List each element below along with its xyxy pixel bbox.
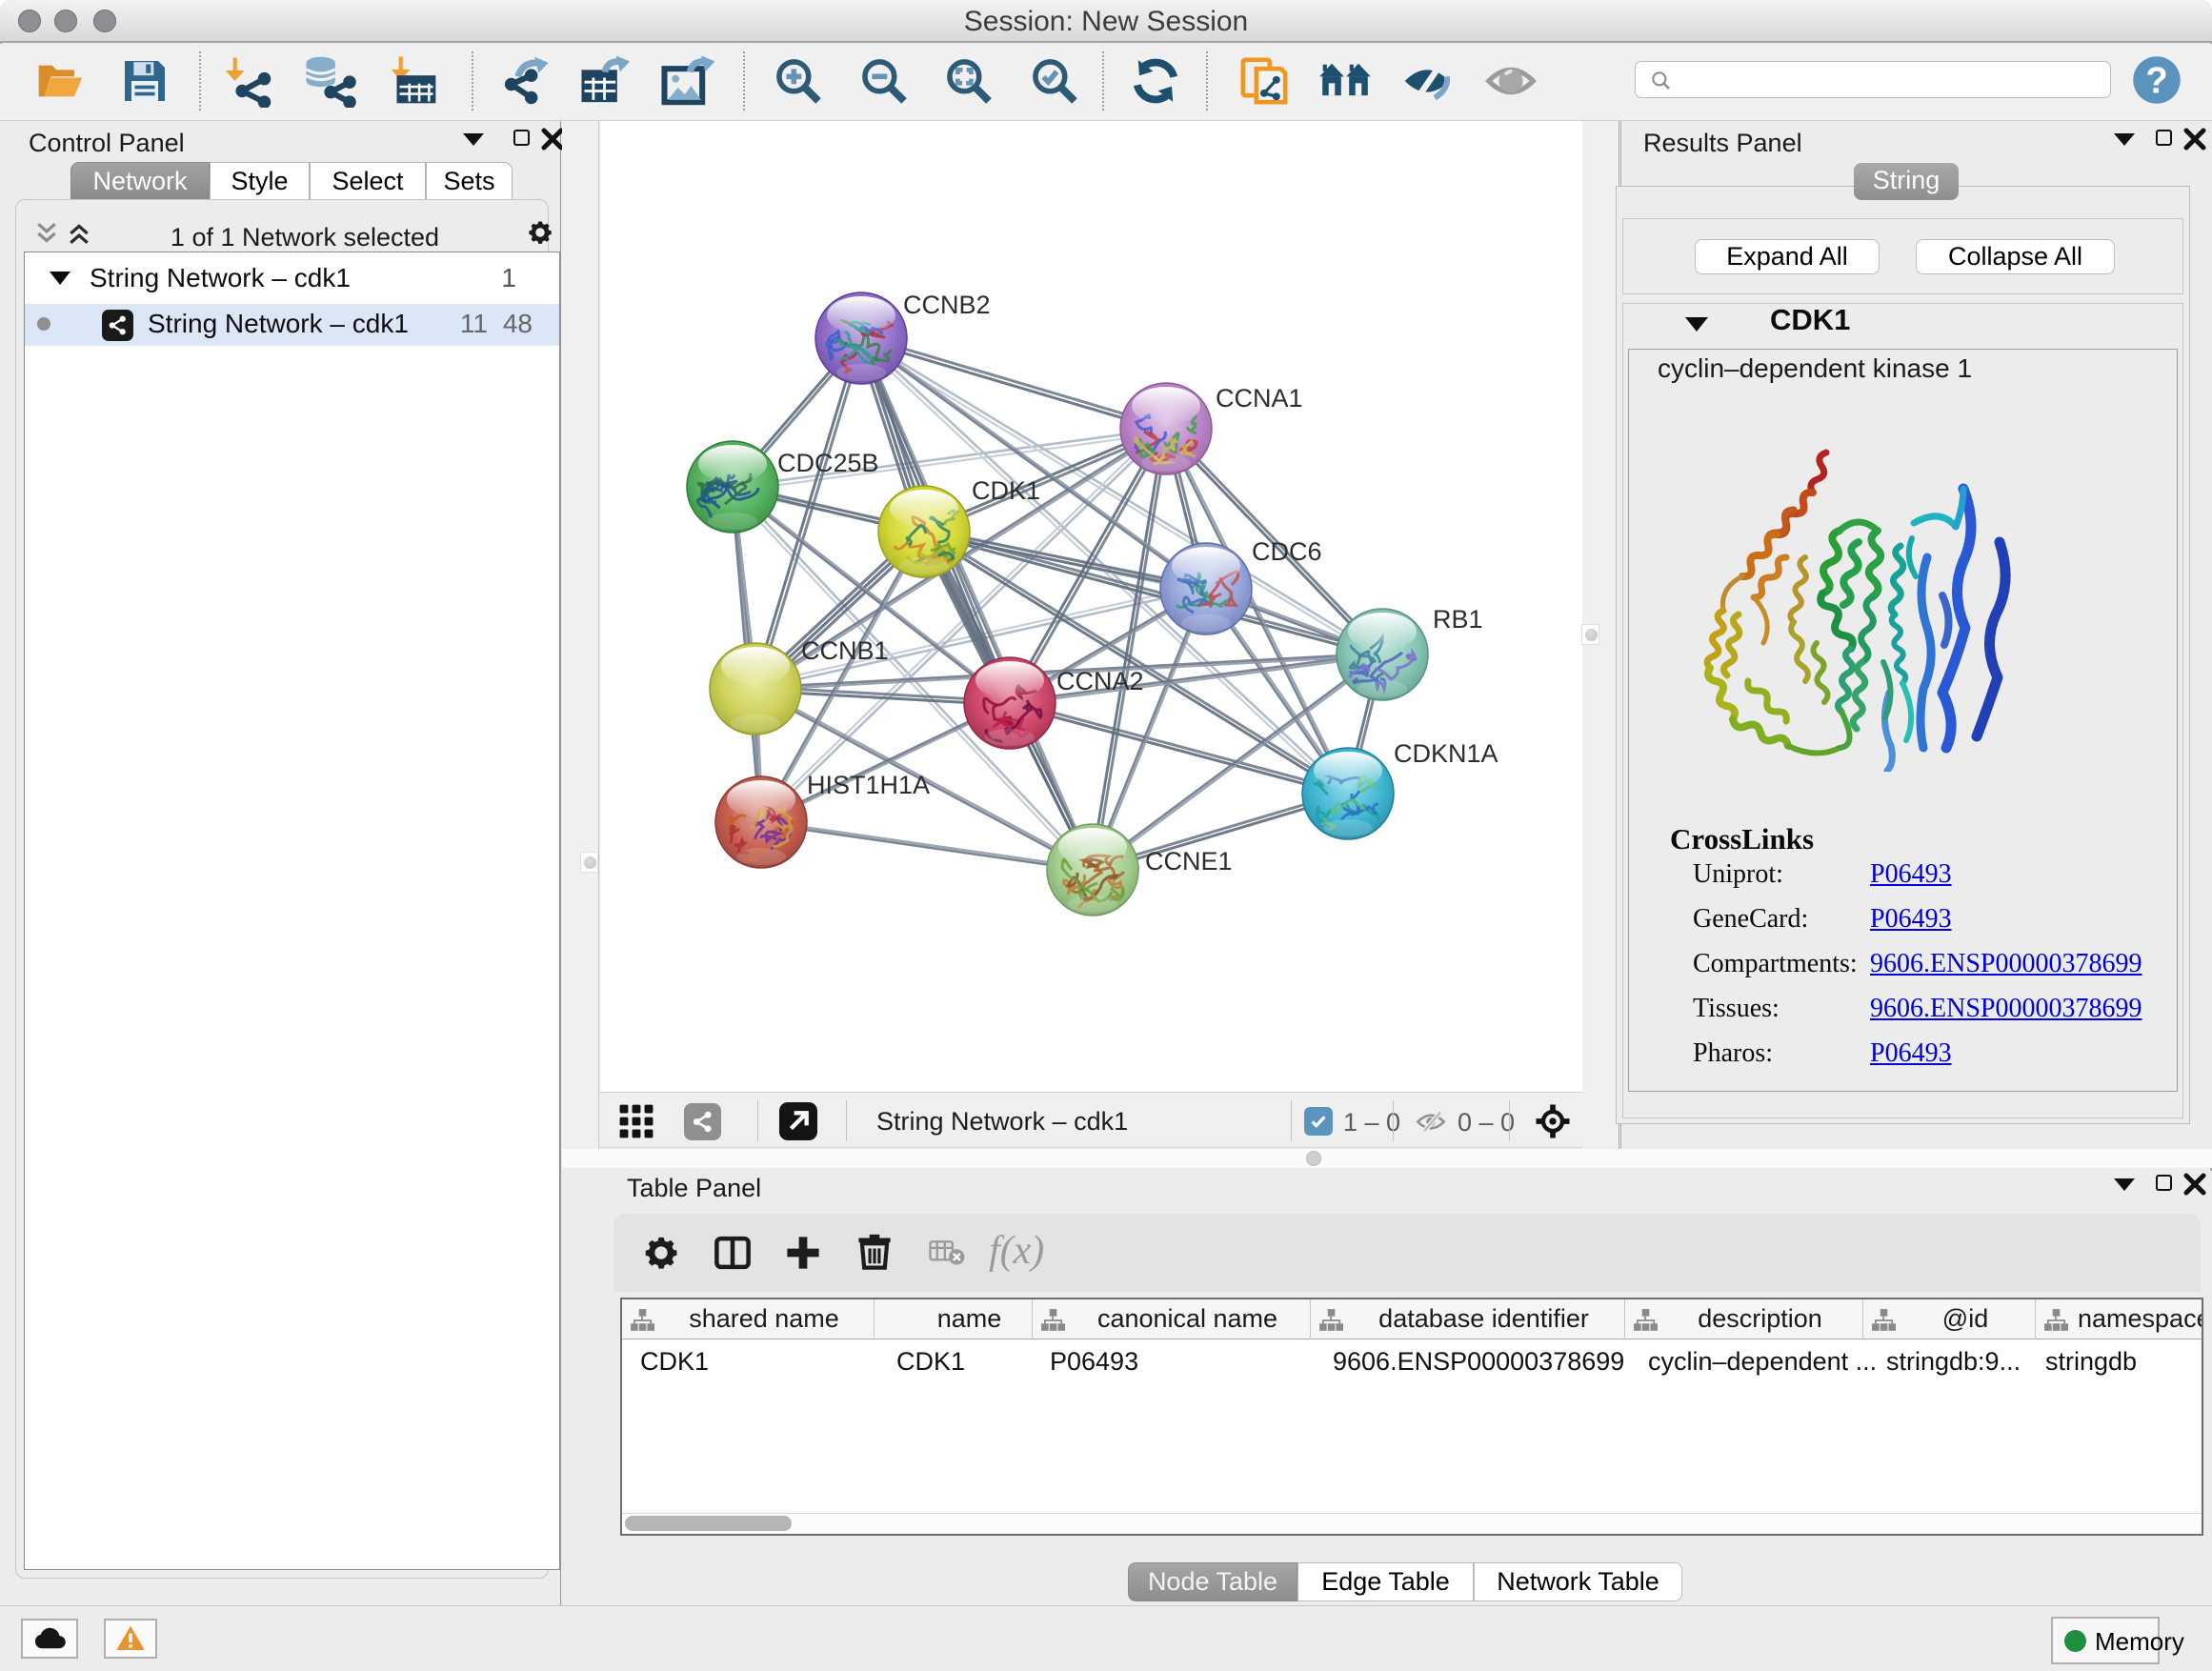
svg-text:CCNA1: CCNA1 [1216, 384, 1303, 413]
svg-text:CDK1: CDK1 [972, 476, 1040, 505]
svg-text:CDKN1A: CDKN1A [1394, 739, 1498, 768]
svg-text:CDC25B: CDC25B [777, 449, 879, 477]
svg-text:RB1: RB1 [1433, 605, 1483, 634]
svg-text:CCNA2: CCNA2 [1056, 667, 1144, 695]
svg-text:?: ? [2145, 61, 2168, 102]
svg-text:CDC6: CDC6 [1252, 537, 1322, 566]
svg-text:HIST1H1A: HIST1H1A [807, 771, 930, 799]
svg-text:CCNE1: CCNE1 [1145, 847, 1233, 876]
svg-text:CCNB1: CCNB1 [801, 636, 889, 665]
svg-text:CCNB2: CCNB2 [903, 291, 991, 319]
